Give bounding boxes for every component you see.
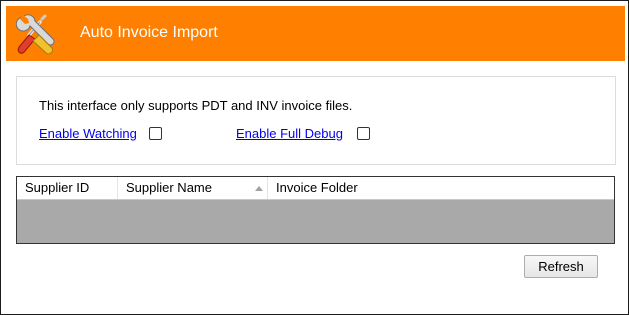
page-title: Auto Invoice Import — [80, 24, 218, 41]
sort-ascending-icon — [255, 186, 263, 191]
info-text: This interface only supports PDT and INV… — [39, 98, 353, 113]
enable-full-debug-checkbox[interactable] — [356, 126, 370, 140]
enable-full-debug-option: Enable Full Debug — [236, 125, 370, 141]
supplier-grid[interactable]: Supplier ID Supplier Name Invoice Folder — [16, 176, 615, 244]
header-bar: Auto Invoice Import — [6, 6, 625, 61]
auto-invoice-import-window: Auto Invoice Import This interface only … — [0, 0, 629, 315]
column-header-invoice-folder[interactable]: Invoice Folder — [268, 177, 614, 199]
column-header-supplier-id[interactable]: Supplier ID — [17, 177, 118, 199]
enable-watching-checkbox[interactable] — [148, 126, 162, 140]
enable-watching-option: Enable Watching — [39, 125, 162, 141]
column-header-supplier-name[interactable]: Supplier Name — [118, 177, 268, 199]
options-panel: This interface only supports PDT and INV… — [16, 76, 616, 165]
grid-header: Supplier ID Supplier Name Invoice Folder — [17, 177, 614, 200]
enable-full-debug-link[interactable]: Enable Full Debug — [236, 126, 343, 141]
column-header-supplier-name-label: Supplier Name — [126, 180, 212, 195]
refresh-button[interactable]: Refresh — [524, 255, 598, 278]
enable-watching-link[interactable]: Enable Watching — [39, 126, 137, 141]
tools-icon — [15, 14, 55, 55]
